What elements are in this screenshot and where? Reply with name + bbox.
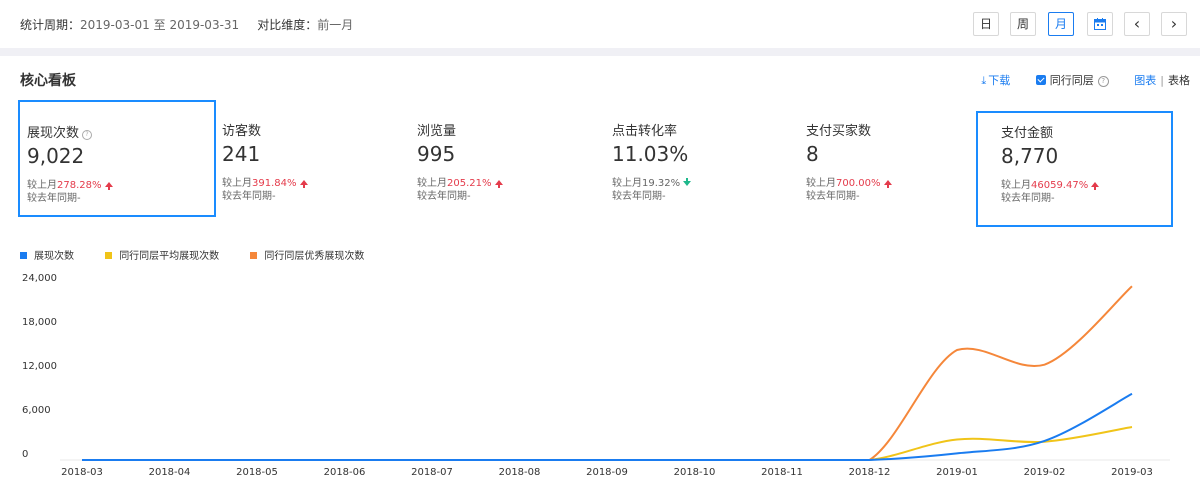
download-label: 下载	[988, 74, 1011, 87]
x-tick-label: 2019-03	[1111, 467, 1153, 478]
x-tick-label: 2019-01	[936, 467, 978, 478]
view-table-link[interactable]: 表格	[1168, 74, 1190, 87]
series-line-1	[82, 426, 1133, 462]
chevron-right-icon: ›	[1170, 14, 1178, 33]
metric-label: 展现次数?	[27, 122, 93, 141]
metric-label: 浏览量	[417, 124, 457, 139]
metric-yoy: 较去年同期-	[417, 191, 471, 202]
period-start: 2019-03-01	[80, 18, 150, 32]
metric-card-pageviews[interactable]: 浏览量 995 较上月205.21% 较去年同期-	[411, 100, 606, 217]
x-tick-label: 2018-07	[411, 467, 453, 478]
metric-value: 8	[806, 142, 819, 166]
month-button[interactable]: 月	[1048, 12, 1074, 36]
series-line-0	[82, 392, 1133, 462]
compare-label: 对比维度：	[257, 18, 318, 32]
chevron-left-icon: ‹	[1133, 14, 1141, 33]
metric-yoy: 较去年同期-	[612, 191, 666, 202]
legend-swatch	[250, 252, 258, 259]
panel-title: 核心看板	[20, 73, 76, 89]
help-icon[interactable]: ?	[82, 130, 93, 140]
metric-card-payment[interactable]: 支付金额 8,770 较上月46059.47% 较去年同期-	[976, 111, 1173, 227]
metric-yoy: 较去年同期-	[806, 191, 860, 202]
metric-card-buyers[interactable]: 支付买家数 8 较上月700.00% 较去年同期-	[801, 100, 976, 217]
metric-yoy: 较去年同期-	[222, 191, 276, 202]
x-tick-label: 2018-04	[149, 467, 191, 478]
period-label: 统计周期：	[20, 18, 81, 32]
prev-button[interactable]: ‹	[1124, 12, 1150, 36]
download-icon: ⤓	[981, 74, 987, 87]
metric-label: 支付金额	[1001, 126, 1054, 141]
download-link[interactable]: ⤓ 下载	[981, 74, 1010, 87]
x-tick-label: 2018-10	[674, 467, 716, 478]
metric-card-conversion[interactable]: 点击转化率 11.03% 较上月19.32% 较去年同期-	[606, 100, 801, 217]
calendar-icon	[1094, 18, 1106, 30]
arrow-up-icon	[104, 182, 113, 190]
arrow-up-icon	[883, 180, 892, 188]
x-tick-label: 2018-08	[499, 467, 541, 478]
x-tick-label: 2018-06	[324, 467, 366, 478]
metric-label: 访客数	[222, 124, 262, 139]
arrow-up-icon	[494, 180, 503, 188]
y-tick-label: 6,000	[22, 405, 51, 416]
legend-swatch	[20, 252, 27, 259]
x-tick-label: 2018-03	[61, 467, 103, 478]
next-button[interactable]: ›	[1161, 12, 1187, 36]
peer-toggle-label: 同行同层	[1049, 74, 1094, 87]
period-to: 至	[153, 18, 166, 32]
peer-checkbox[interactable]	[1035, 75, 1046, 85]
period-end: 2019-03-31	[169, 18, 240, 32]
metric-value: 11.03%	[612, 142, 689, 166]
legend-swatch	[105, 252, 113, 259]
metric-yoy: 较去年同期-	[1001, 193, 1055, 204]
view-chart-link[interactable]: 图表	[1134, 74, 1156, 87]
y-tick-label: 0	[22, 449, 28, 460]
view-divider: |	[1160, 74, 1164, 87]
section-divider	[0, 48, 1200, 56]
x-tick-label: 2018-05	[236, 467, 278, 478]
day-button[interactable]: 日	[973, 12, 999, 36]
metric-yoy: 较去年同期-	[27, 193, 81, 204]
line-chart: 0 6,000 12,000 18,000 24,000 2018-03 2018-04 20…	[22, 273, 1170, 478]
arrow-up-icon	[299, 180, 308, 188]
x-tick-label: 2018-09	[586, 467, 628, 478]
metric-value: 9,022	[27, 144, 85, 168]
x-tick-label: 2018-11	[761, 467, 803, 478]
x-tick-label: 2019-02	[1024, 467, 1066, 478]
help-icon[interactable]: ?	[1097, 76, 1109, 87]
metric-card-visitors[interactable]: 访客数 241 较上月391.84% 较去年同期-	[216, 100, 411, 217]
top-bar: 统计周期：2019-03-01 至 2019-03-31 对比维度：前一月 日 周…	[0, 0, 1200, 48]
metric-value: 8,770	[1001, 144, 1059, 168]
arrow-up-icon	[1091, 182, 1100, 190]
compare-value: 前一月	[317, 18, 354, 32]
week-button[interactable]: 周	[1010, 12, 1036, 36]
period-info: 统计周期：2019-03-01 至 2019-03-31 对比维度：前一月	[20, 16, 353, 33]
y-tick-label: 24,000	[22, 273, 57, 284]
metric-label: 支付买家数	[806, 124, 872, 139]
y-tick-label: 18,000	[22, 317, 57, 328]
metric-card-impressions[interactable]: 展现次数? 9,022 较上月278.28% 较去年同期-	[18, 100, 216, 217]
metric-value: 995	[417, 142, 456, 166]
panel-tools: ⤓ 下载 同行同层? 图表 | 表格	[981, 72, 1190, 88]
y-tick-label: 12,000	[22, 361, 57, 372]
metric-label: 点击转化率	[612, 124, 678, 139]
arrow-down-icon	[683, 178, 692, 186]
x-tick-label: 2018-12	[849, 467, 891, 478]
series-line-2	[82, 285, 1133, 462]
calendar-button[interactable]	[1087, 12, 1113, 36]
metric-value: 241	[222, 142, 261, 166]
